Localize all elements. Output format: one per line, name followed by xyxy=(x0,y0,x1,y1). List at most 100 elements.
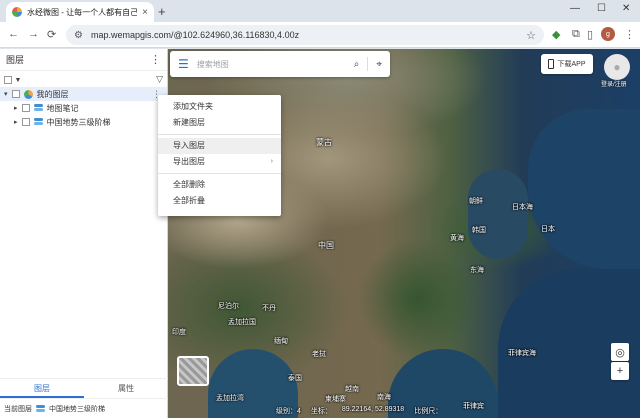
new-tab-button[interactable]: + xyxy=(158,4,166,19)
chevron-down-icon[interactable]: ▼ xyxy=(15,77,22,84)
map-label: 南海 xyxy=(377,394,391,401)
download-app-button[interactable]: 下载APP xyxy=(541,54,593,74)
site-info-icon[interactable]: ⚙ xyxy=(74,30,83,41)
map-label: 越南 xyxy=(345,386,359,393)
menu-divider xyxy=(158,173,281,174)
bookmark-star-icon[interactable]: ☆ xyxy=(526,29,536,42)
login-register-link[interactable]: 登录/注册 xyxy=(601,79,627,88)
forward-button[interactable]: → xyxy=(28,28,39,40)
layer-panel-title: 图层 xyxy=(6,55,25,65)
zoom-level: 级别：4 xyxy=(276,408,301,415)
extension-icon[interactable]: ◆ xyxy=(552,28,560,41)
maximize-button[interactable]: ☐ xyxy=(597,3,606,14)
tab-close-icon[interactable]: × xyxy=(142,7,148,18)
map-statusbar: 级别：4 坐标： 89.22164, 52.89318 比例尺： xyxy=(276,406,442,418)
browser-tab[interactable]: 水经微图 - 让每一个人都有自己 × xyxy=(6,2,154,22)
sea-of-japan-area xyxy=(528,109,640,269)
menu-item-import-layer[interactable]: 导入图层 xyxy=(158,138,281,154)
select-all-control[interactable]: ▼ xyxy=(4,74,21,84)
panel-more-icon[interactable]: ⋮ xyxy=(150,53,161,66)
user-icon: ● xyxy=(613,60,621,74)
tree-item-terrain-steps[interactable]: ▸ 中国地势三级阶梯 xyxy=(0,115,167,129)
browser-toolbar: ← → ⟳ ⚙ map.wemapgis.com/@102.624960,36.… xyxy=(0,22,640,48)
tab-properties[interactable]: 属性 xyxy=(84,379,168,398)
location-pin-icon[interactable]: ⌖ xyxy=(376,59,382,70)
browser-tabstrip: 水经微图 - 让每一个人都有自己 × + — ☐ ✕ xyxy=(0,0,640,22)
layer-panel-header: 图层 ⋮ xyxy=(0,49,167,71)
expand-caret-icon[interactable]: ▸ xyxy=(14,118,18,126)
map-label: 日本 xyxy=(541,226,555,233)
map-label: 孟加拉国 xyxy=(228,319,256,326)
panel-tabs: 图层 属性 xyxy=(0,378,168,398)
layer-checkbox[interactable] xyxy=(21,118,30,126)
menu-divider xyxy=(158,134,281,135)
tree-item-map-notes[interactable]: ▸ 地图笔记 xyxy=(0,101,167,115)
current-layer-name: 中国地势三级阶梯 xyxy=(49,405,105,413)
locate-me-button[interactable]: ◎ xyxy=(611,343,629,361)
layer-checkbox[interactable] xyxy=(21,104,30,112)
map-label: 蒙古 xyxy=(316,138,332,147)
layer-icon xyxy=(33,104,43,112)
site-favicon-icon xyxy=(12,7,22,17)
tab-title: 水经微图 - 让每一个人都有自己 xyxy=(27,7,138,17)
search-icon[interactable]: ⌕ xyxy=(354,59,360,70)
basemap-switcher-thumbnail[interactable] xyxy=(177,356,209,386)
current-layer-prefix: 当前图层 xyxy=(4,405,32,413)
menu-icon[interactable]: ☰ xyxy=(178,57,189,71)
filter-icon[interactable]: ▽ xyxy=(156,74,163,85)
expand-caret-icon[interactable]: ▾ xyxy=(4,90,8,98)
expand-caret-icon[interactable]: ▸ xyxy=(14,104,18,112)
profile-avatar[interactable]: g xyxy=(601,27,615,41)
back-button[interactable]: ← xyxy=(8,28,19,40)
sidepanel-icon[interactable]: ▯ xyxy=(587,28,593,41)
extensions-puzzle-icon[interactable]: ⧉ xyxy=(572,28,580,41)
map-label: 孟加拉湾 xyxy=(216,395,244,402)
chevron-right-icon: › xyxy=(270,158,273,165)
menu-item-add-folder[interactable]: 添加文件夹 xyxy=(158,99,281,115)
current-layer-status: 当前图层 中国地势三级阶梯 xyxy=(0,398,168,418)
coordinate-value: 89.22164, 52.89318 xyxy=(341,406,405,413)
layer-icon xyxy=(33,118,43,126)
download-app-label: 下载APP xyxy=(557,61,586,68)
tree-item-label: 地图笔记 xyxy=(46,103,79,113)
map-label: 中国 xyxy=(318,241,334,250)
close-window-button[interactable]: ✕ xyxy=(622,3,630,14)
layer-panel-tools: ▼ ▽ xyxy=(0,71,167,87)
url-text[interactable]: map.wemapgis.com/@102.624960,36.116830,4… xyxy=(91,30,518,40)
map-search-box: ☰ ⌕ ⌖ xyxy=(170,51,390,77)
map-label: 柬埔寨 xyxy=(325,396,346,403)
layer-checkbox[interactable] xyxy=(11,90,20,98)
menu-item-delete-all[interactable]: 全部删除 xyxy=(158,177,281,193)
map-label: 尼泊尔 xyxy=(218,303,239,310)
layer-context-menu: 添加文件夹 新建图层 导入图层 导出图层 › 全部删除 全部折叠 xyxy=(158,95,281,216)
map-label: 菲律宾 xyxy=(463,403,484,410)
map-label: 韩国 xyxy=(472,227,486,234)
layer-panel: 图层 ⋮ ▼ ▽ ▾ 我的图层 ⋮ ▸ 地图笔记 ▸ 中国地势三级阶梯 图层 属… xyxy=(0,49,168,418)
menu-item-export-layer[interactable]: 导出图层 › xyxy=(158,154,281,170)
minimize-button[interactable]: — xyxy=(570,3,580,14)
tree-item-my-layers[interactable]: ▾ 我的图层 ⋮ xyxy=(0,87,167,101)
coordinate-label: 坐标： xyxy=(310,408,332,415)
layer-icon xyxy=(36,404,45,413)
menu-item-collapse-all[interactable]: 全部折叠 xyxy=(158,193,281,209)
map-label: 黄海 xyxy=(450,235,464,242)
map-label: 不丹 xyxy=(262,305,276,312)
address-bar[interactable]: ⚙ map.wemapgis.com/@102.624960,36.116830… xyxy=(66,25,544,45)
user-avatar[interactable]: ● xyxy=(604,54,630,80)
zoom-in-button[interactable]: + xyxy=(611,362,629,380)
phone-icon xyxy=(548,59,555,69)
map-label: 老挝 xyxy=(312,351,326,358)
menu-item-new-layer[interactable]: 新建图层 xyxy=(158,115,281,131)
map-search-input[interactable] xyxy=(196,59,346,69)
map-label: 泰国 xyxy=(288,375,302,382)
browser-menu-icon[interactable]: ⋮ xyxy=(624,28,635,41)
select-all-checkbox[interactable] xyxy=(4,75,12,84)
map-label: 日本海 xyxy=(512,204,533,211)
tree-item-label: 我的图层 xyxy=(36,89,69,99)
search-divider xyxy=(367,57,369,71)
reload-button[interactable]: ⟳ xyxy=(47,28,56,41)
tab-layers[interactable]: 图层 xyxy=(0,379,84,398)
map-label: 缅甸 xyxy=(274,338,288,345)
tree-item-label: 中国地势三级阶梯 xyxy=(46,117,111,127)
menu-item-label: 导出图层 xyxy=(173,157,205,166)
